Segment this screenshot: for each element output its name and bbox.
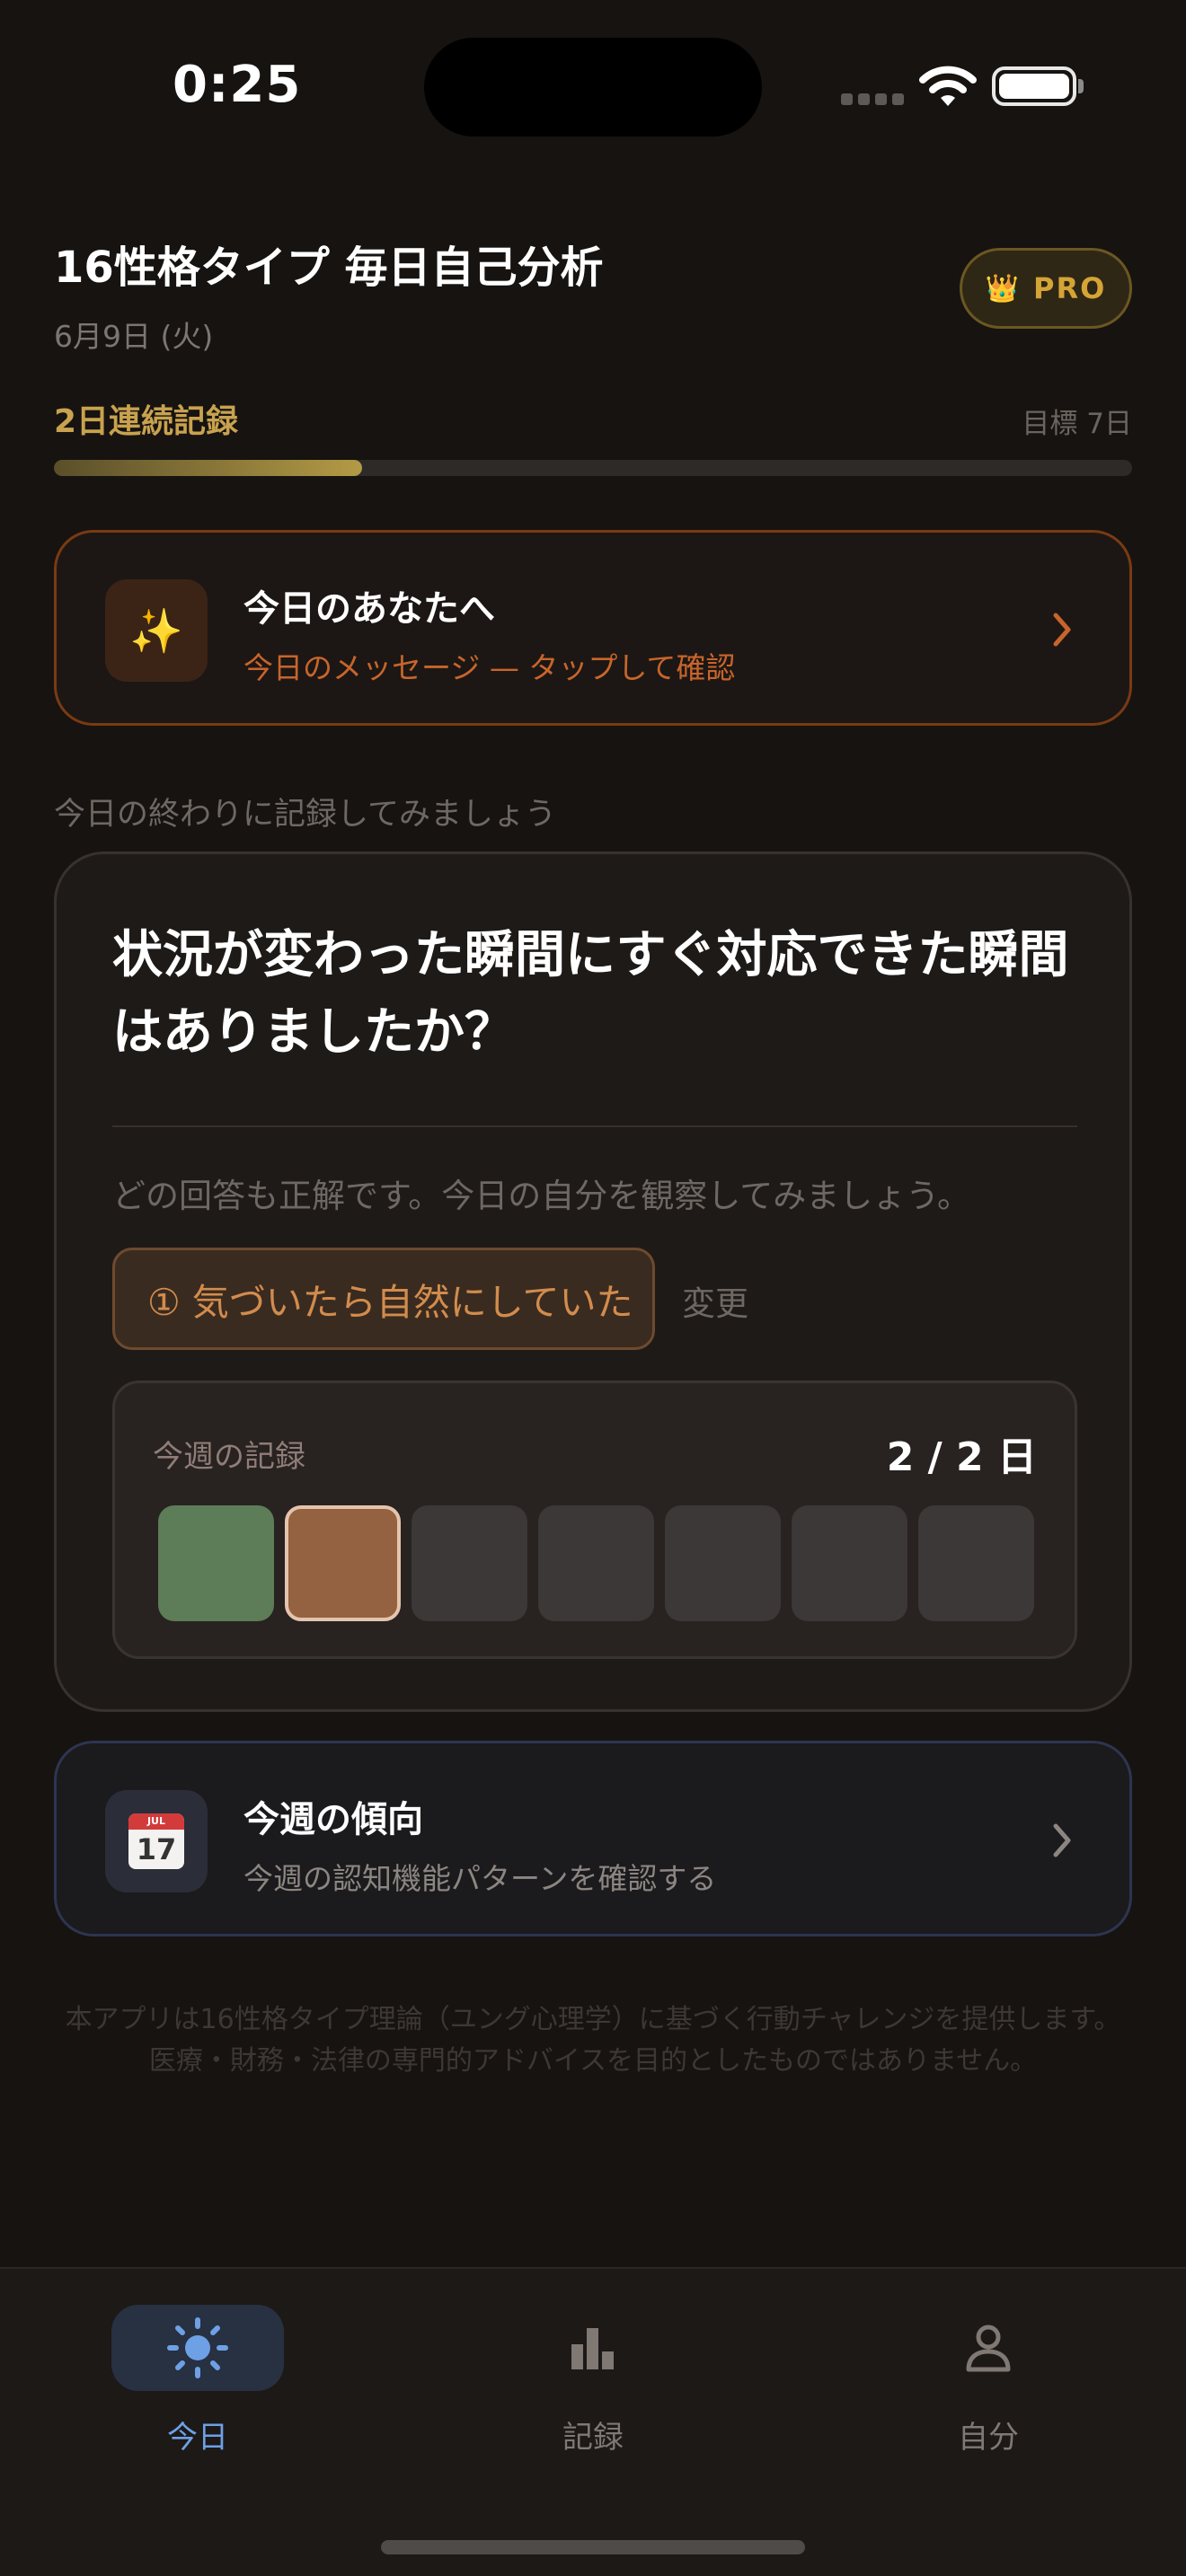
tab-bar: 今日 記録 自分	[0, 2267, 1186, 2576]
person-icon	[902, 2305, 1075, 2391]
trend-card-subtitle: 今週の認知機能パターンを確認する	[243, 1861, 717, 1896]
tab-label: 自分	[958, 2420, 1019, 2456]
calendar-day: 17	[136, 1832, 177, 1866]
message-card-subtitle: 今日のメッセージ — タップして確認	[243, 650, 736, 685]
divider	[112, 1125, 1077, 1127]
battery-cap	[1078, 79, 1084, 93]
day-cell	[792, 1505, 907, 1621]
daily-message-card[interactable]: ✨ 今日のあなたへ 今日のメッセージ — タップして確認	[54, 530, 1132, 726]
trend-card-title: 今週の傾向	[243, 1799, 423, 1840]
weekly-trend-card[interactable]: JUL 17 今週の傾向 今週の認知機能パターンを確認する	[54, 1741, 1132, 1936]
streak-progress-fill	[54, 460, 363, 476]
disclaimer-line: 医療・財務・法律の専門的アドバイスを目的としたものではありません。	[148, 2045, 1038, 2077]
selected-answer-chip[interactable]: ① 気づいたら自然にしていた	[112, 1248, 655, 1350]
tab-today[interactable]: 今日	[99, 2305, 296, 2457]
question-card: 状況が変わった瞬間にすぐ対応できた瞬間はありましたか？ どの回答も正解です。今日…	[54, 851, 1132, 1712]
week-record-panel: 今週の記録 2 / 2 日	[112, 1381, 1077, 1659]
day-cell	[158, 1505, 274, 1621]
day-cell	[412, 1505, 527, 1621]
bar-chart-icon	[507, 2305, 679, 2391]
dynamic-island	[424, 38, 762, 137]
battery-icon	[992, 66, 1076, 106]
calendar-icon: JUL 17	[105, 1790, 208, 1892]
goal-label: 目標 7日	[1022, 408, 1132, 440]
day-cell	[285, 1505, 401, 1621]
tab-profile[interactable]: 自分	[890, 2305, 1087, 2457]
tab-label: 記録	[562, 2420, 624, 2456]
pro-button[interactable]: 👑 PRO	[960, 248, 1132, 329]
sparkles-icon: ✨	[105, 579, 208, 682]
message-card-title: 今日のあなたへ	[243, 588, 495, 630]
status-time: 0:25	[173, 56, 302, 114]
streak-progress-bar	[54, 460, 1132, 476]
page-title: 16性格タイプ 毎日自己分析	[54, 243, 604, 293]
calendar-month: JUL	[128, 1813, 184, 1830]
tab-records[interactable]: 記録	[494, 2305, 692, 2457]
streak-label: 2日連続記録	[54, 403, 239, 440]
day-cell	[918, 1505, 1034, 1621]
wifi-icon	[919, 66, 977, 106]
week-record-label: 今週の記録	[153, 1439, 305, 1475]
tab-label: 今日	[167, 2420, 228, 2456]
disclaimer: 本アプリは16性格タイプ理論（ユング心理学）に基づく行動チャレンジを提供します。…	[36, 1999, 1150, 2082]
chevron-right-icon	[1053, 1823, 1071, 1857]
cellular-signal-icon	[841, 93, 904, 105]
prompt-label: 今日の終わりに記録してみましょう	[54, 797, 556, 833]
question-hint: どの回答も正解です。今日の自分を観察してみましょう。	[112, 1177, 970, 1215]
week-record-count: 2 / 2 日	[886, 1434, 1037, 1480]
change-answer-link[interactable]: 変更	[682, 1276, 748, 1325]
disclaimer-line: 本アプリは16性格タイプ理論（ユング心理学）に基づく行動チャレンジを提供します。	[65, 2004, 1121, 2035]
chevron-right-icon	[1053, 613, 1071, 647]
sun-icon	[111, 2305, 284, 2391]
week-day-grid	[158, 1505, 1034, 1621]
date-label: 6月9日 (火)	[54, 319, 214, 354]
day-cell	[538, 1505, 654, 1621]
day-cell	[665, 1505, 781, 1621]
crown-icon: 👑	[985, 272, 1022, 304]
home-indicator	[381, 2540, 805, 2554]
question-text: 状況が変わった瞬間にすぐ対応できた瞬間はありましたか？	[112, 926, 1069, 1062]
pro-label: PRO	[1033, 271, 1107, 305]
today-screen: 0:25 16性格タイプ 毎日自己分析 6月9日 (火) 👑 PRO 2日連続記…	[0, 0, 1186, 2576]
